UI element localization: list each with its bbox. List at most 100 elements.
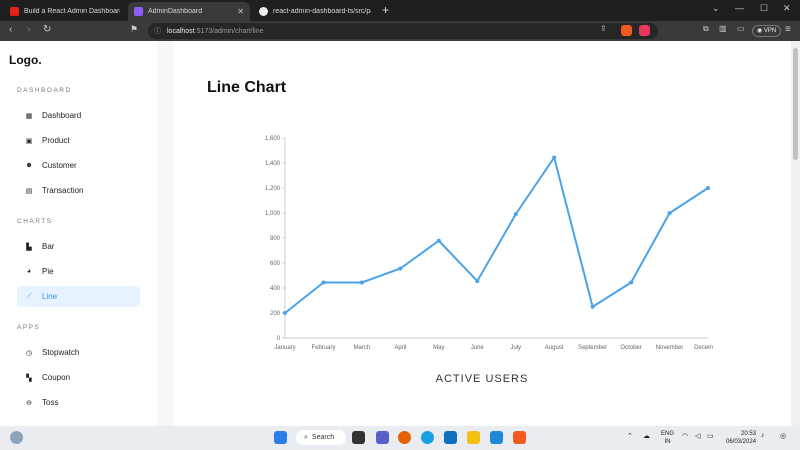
minimize-icon[interactable]: —	[735, 3, 744, 13]
forward-icon[interactable]: ›	[27, 24, 30, 35]
tab-search-icon[interactable]: ⌄	[712, 3, 720, 14]
vscode-icon[interactable]	[490, 431, 503, 444]
data-point	[436, 238, 441, 243]
line-chart: 0 200 400 600 800 1,000 1,200 1,400 1,600 January…	[265, 136, 713, 351]
y-tick-label: 400	[270, 286, 281, 292]
data-point	[706, 186, 710, 190]
teams-icon[interactable]	[376, 431, 389, 444]
sidebar-item-transaction[interactable]: ▤ Transaction	[17, 180, 140, 201]
bag-icon: ▣	[25, 137, 33, 145]
battery-icon[interactable]: ▭	[707, 432, 714, 440]
sidebar-item-toss[interactable]: ⊖ Toss	[17, 392, 140, 413]
maximize-icon[interactable]: ☐	[760, 3, 768, 14]
section-title-apps: APPS	[17, 324, 41, 331]
x-tick-label: April	[394, 345, 406, 351]
pie-chart-icon: ◕	[26, 268, 32, 275]
address-bar-row: ‹ › ↻ ⚑ ⓘ localhost:5173/admin/chart/lin…	[0, 21, 800, 41]
x-tick-label: September	[578, 345, 607, 351]
url-input[interactable]: ⓘ localhost:5173/admin/chart/line	[148, 23, 658, 39]
reload-icon[interactable]: ↻	[43, 24, 51, 35]
youtube-icon	[10, 7, 19, 16]
y-tick-label: 800	[270, 236, 281, 242]
sidebar-item-coupon[interactable]: ▚ Coupon	[17, 367, 140, 388]
volume-icon[interactable]: ◁	[695, 432, 700, 440]
app-viewport: Logo. DASHBOARD ▦ Dashboard ▣ Product ☻ …	[0, 41, 800, 426]
copilot-icon[interactable]: ◎	[780, 432, 786, 440]
bar-chart-icon: ▙	[26, 243, 32, 251]
tab-github[interactable]: react-admin-dashboard-ts/src/page	[253, 2, 377, 21]
sidebar-item-bar[interactable]: ▙ Bar	[17, 236, 140, 257]
dashboard-icon: ▦	[25, 112, 33, 120]
sidebar-item-line[interactable]: ⟋ Line	[17, 286, 140, 307]
vpn-button[interactable]: ◉ VPN	[752, 25, 782, 37]
back-icon[interactable]: ‹	[9, 24, 12, 35]
site-info-icon[interactable]: ⓘ	[154, 26, 161, 36]
share-icon[interactable]: ⇪	[600, 24, 607, 33]
section-title-charts: CHARTS	[17, 218, 53, 225]
task-view-icon[interactable]	[352, 431, 365, 444]
firefox-icon[interactable]	[398, 431, 411, 444]
widgets-icon[interactable]	[10, 431, 23, 444]
tray-chevron-icon[interactable]: ⌃	[627, 432, 633, 440]
wallet-icon[interactable]: ▭	[737, 24, 745, 33]
y-tick-label: 0	[277, 336, 281, 342]
close-tab-icon[interactable]: ✕	[237, 7, 244, 16]
vite-icon	[134, 7, 143, 16]
data-point	[283, 311, 287, 315]
page-scrollbar[interactable]	[791, 41, 800, 426]
scrollbar-thumb[interactable]	[793, 48, 798, 160]
store-icon[interactable]	[444, 431, 457, 444]
y-tick-label: 1,200	[265, 186, 281, 192]
menu-icon[interactable]: ≡	[785, 24, 791, 35]
x-tick-label: January	[274, 345, 295, 351]
tab-admin-dashboard[interactable]: AdminDashboard ✕	[128, 2, 250, 21]
sidebar-item-stopwatch[interactable]: ◷ Stopwatch	[17, 342, 140, 363]
y-tick-label: 1,400	[265, 161, 281, 167]
extensions-icon[interactable]: ⧉	[703, 24, 709, 34]
data-point	[590, 304, 595, 309]
x-tick-label: June	[471, 345, 485, 351]
sidebar-item-product[interactable]: ▣ Product	[17, 130, 140, 151]
windows-start-icon[interactable]	[274, 431, 287, 444]
github-icon	[259, 7, 268, 16]
sidebar-toggle-icon[interactable]: ▥	[719, 24, 727, 33]
taskbar-clock[interactable]: 20:53 06/03/2024	[726, 430, 756, 446]
notification-bell-icon[interactable]: ♪	[761, 432, 765, 439]
y-tick-label: 1,600	[265, 136, 281, 142]
browser-tab-bar: Build a React Admin Dashboard App AdminD…	[0, 0, 800, 21]
main-content: Line Chart 0 200 400 600 800 1,000 1,200 1,400 1…	[173, 41, 791, 426]
data-point	[321, 280, 326, 285]
data-point	[398, 266, 403, 271]
edge-icon[interactable]	[421, 431, 434, 444]
document-icon: ▤	[25, 187, 33, 195]
x-tick-label: July	[510, 345, 521, 351]
new-tab-button[interactable]: +	[382, 3, 389, 17]
brave-rewards-icon[interactable]	[639, 25, 650, 36]
sidebar-item-pie[interactable]: ◕ Pie	[17, 261, 140, 282]
section-title-dashboard: DASHBOARD	[17, 87, 72, 94]
data-point	[475, 279, 480, 284]
series-line	[284, 155, 709, 314]
brave-icon[interactable]	[513, 431, 526, 444]
x-tick-label: December	[694, 345, 713, 351]
brave-shields-icon[interactable]	[621, 25, 632, 36]
x-tick-label: March	[354, 345, 371, 351]
data-point	[359, 280, 364, 285]
close-window-icon[interactable]: ✕	[783, 3, 791, 14]
wifi-icon[interactable]: ◠	[682, 432, 688, 440]
sidebar-item-dashboard[interactable]: ▦ Dashboard	[17, 105, 140, 126]
search-icon: ⌕	[304, 433, 308, 441]
windows-taskbar: ⌕ Search ⌃ ☁ ENG IN ◠ ◁ ▭ 20:53 06/03/20…	[0, 426, 800, 450]
coupon-icon: ▚	[26, 374, 32, 382]
onedrive-icon[interactable]: ☁	[643, 432, 650, 440]
chart-caption: ACTIVE USERS	[435, 373, 529, 385]
tab-youtube[interactable]: Build a React Admin Dashboard App	[4, 2, 126, 21]
bookmark-icon[interactable]: ⚑	[130, 24, 138, 35]
sidebar-item-customer[interactable]: ☻ Customer	[17, 155, 140, 176]
file-explorer-icon[interactable]	[467, 431, 480, 444]
language-indicator[interactable]: ENG IN	[661, 430, 674, 446]
x-tick-label: May	[433, 345, 444, 351]
stopwatch-icon: ◷	[25, 349, 33, 357]
data-point	[552, 155, 557, 160]
taskbar-search[interactable]: ⌕ Search	[296, 430, 346, 445]
